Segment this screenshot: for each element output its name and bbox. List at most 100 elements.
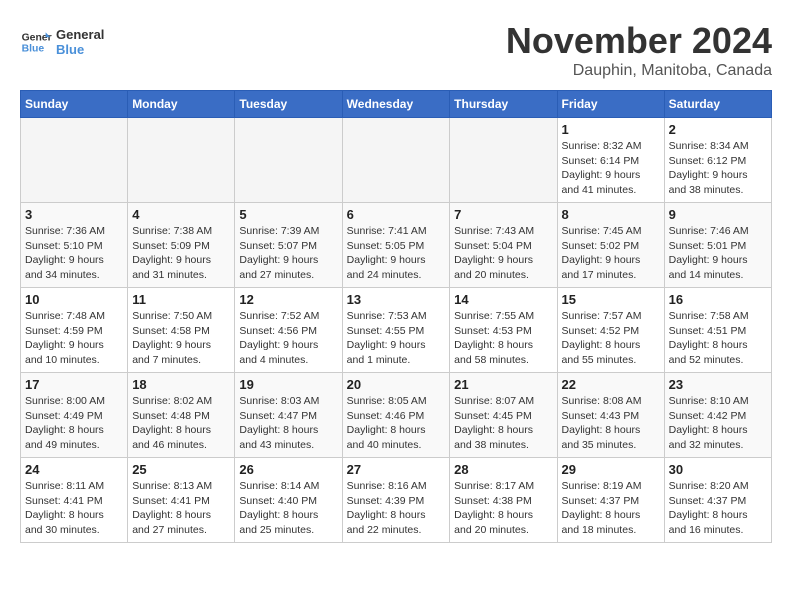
calendar-table: SundayMondayTuesdayWednesdayThursdayFrid… [20, 90, 772, 543]
weekday-header-thursday: Thursday [450, 91, 557, 118]
calendar-body: 1 Sunrise: 8:32 AM Sunset: 6:14 PM Daylig… [21, 118, 772, 543]
calendar-cell: 10Sunrise: 7:48 AM Sunset: 4:59 PM Dayli… [21, 288, 128, 373]
calendar-cell: 25 Sunrise: 8:13 AM Sunset: 4:41 PM Dayli… [128, 458, 235, 543]
svg-text:General: General [22, 32, 52, 43]
calendar-cell: 2Sunrise: 8:34 AM Sunset: 6:12 PM Daylig… [664, 118, 771, 203]
calendar-cell: 29 Sunrise: 8:19 AM Sunset: 4:37 PM Dayli… [557, 458, 664, 543]
calendar-week-2: 3 Sunrise: 7:36 AM Sunset: 5:10 PM Daylig… [21, 203, 772, 288]
day-number: 1 [562, 122, 660, 137]
day-number: 4 [132, 207, 230, 222]
day-info: Sunrise: 8:05 AM Sunset: 4:46 PM Dayligh… [347, 394, 446, 453]
calendar-cell: 11 Sunrise: 7:50 AM Sunset: 4:58 PM Dayli… [128, 288, 235, 373]
calendar-cell [128, 118, 235, 203]
day-number: 5 [239, 207, 337, 222]
calendar-cell: 5Sunrise: 7:39 AM Sunset: 5:07 PM Daylig… [235, 203, 342, 288]
calendar-cell: 23Sunrise: 8:10 AM Sunset: 4:42 PM Dayli… [664, 373, 771, 458]
day-info: Sunrise: 7:43 AM Sunset: 5:04 PM Dayligh… [454, 224, 552, 283]
calendar-cell: 28Sunrise: 8:17 AM Sunset: 4:38 PM Dayli… [450, 458, 557, 543]
svg-text:Blue: Blue [22, 44, 45, 55]
day-info: Sunrise: 7:52 AM Sunset: 4:56 PM Dayligh… [239, 309, 337, 368]
weekday-header-saturday: Saturday [664, 91, 771, 118]
calendar-cell: 27 Sunrise: 8:16 AM Sunset: 4:39 PM Dayli… [342, 458, 450, 543]
calendar-week-4: 17 Sunrise: 8:00 AM Sunset: 4:49 PM Dayli… [21, 373, 772, 458]
day-number: 21 [454, 377, 552, 392]
day-number: 15 [562, 292, 660, 307]
day-number: 27 [347, 462, 446, 477]
day-info: Sunrise: 8:16 AM Sunset: 4:39 PM Dayligh… [347, 479, 446, 538]
day-number: 11 [132, 292, 230, 307]
calendar-cell: 13 Sunrise: 7:53 AM Sunset: 4:55 PM Dayli… [342, 288, 450, 373]
calendar-cell: 18 Sunrise: 8:02 AM Sunset: 4:48 PM Dayli… [128, 373, 235, 458]
day-number: 26 [239, 462, 337, 477]
weekday-header-sunday: Sunday [21, 91, 128, 118]
day-info: Sunrise: 7:57 AM Sunset: 4:52 PM Dayligh… [562, 309, 660, 368]
calendar-cell: 30 Sunrise: 8:20 AM Sunset: 4:37 PM Dayli… [664, 458, 771, 543]
calendar-cell: 6Sunrise: 7:41 AM Sunset: 5:05 PM Daylig… [342, 203, 450, 288]
day-number: 19 [239, 377, 337, 392]
day-info: Sunrise: 7:36 AM Sunset: 5:10 PM Dayligh… [25, 224, 123, 283]
calendar-cell: 20Sunrise: 8:05 AM Sunset: 4:46 PM Dayli… [342, 373, 450, 458]
logo-text-blue: Blue [56, 42, 104, 57]
calendar-cell: 7 Sunrise: 7:43 AM Sunset: 5:04 PM Daylig… [450, 203, 557, 288]
calendar-cell: 4 Sunrise: 7:38 AM Sunset: 5:09 PM Daylig… [128, 203, 235, 288]
calendar-cell: 22Sunrise: 8:08 AM Sunset: 4:43 PM Dayli… [557, 373, 664, 458]
day-info: Sunrise: 8:07 AM Sunset: 4:45 PM Dayligh… [454, 394, 552, 453]
day-info: Sunrise: 7:45 AM Sunset: 5:02 PM Dayligh… [562, 224, 660, 283]
calendar-cell: 24 Sunrise: 8:11 AM Sunset: 4:41 PM Dayli… [21, 458, 128, 543]
calendar-cell: 1 Sunrise: 8:32 AM Sunset: 6:14 PM Daylig… [557, 118, 664, 203]
day-info: Sunrise: 7:53 AM Sunset: 4:55 PM Dayligh… [347, 309, 446, 368]
day-info: Sunrise: 7:46 AM Sunset: 5:01 PM Dayligh… [669, 224, 767, 283]
day-number: 16 [669, 292, 767, 307]
calendar-cell: 15 Sunrise: 7:57 AM Sunset: 4:52 PM Dayli… [557, 288, 664, 373]
calendar-week-3: 10Sunrise: 7:48 AM Sunset: 4:59 PM Dayli… [21, 288, 772, 373]
day-info: Sunrise: 8:00 AM Sunset: 4:49 PM Dayligh… [25, 394, 123, 453]
day-number: 14 [454, 292, 552, 307]
day-number: 13 [347, 292, 446, 307]
calendar-cell: 3 Sunrise: 7:36 AM Sunset: 5:10 PM Daylig… [21, 203, 128, 288]
logo-text-general: General [56, 27, 104, 42]
calendar-cell: 14 Sunrise: 7:55 AM Sunset: 4:53 PM Dayli… [450, 288, 557, 373]
page-header: General Blue General Blue November 2024 … [20, 20, 772, 80]
day-number: 30 [669, 462, 767, 477]
calendar-week-5: 24 Sunrise: 8:11 AM Sunset: 4:41 PM Dayli… [21, 458, 772, 543]
day-info: Sunrise: 8:14 AM Sunset: 4:40 PM Dayligh… [239, 479, 337, 538]
calendar-cell: 8 Sunrise: 7:45 AM Sunset: 5:02 PM Daylig… [557, 203, 664, 288]
calendar-cell [21, 118, 128, 203]
day-number: 3 [25, 207, 123, 222]
day-number: 9 [669, 207, 767, 222]
day-number: 7 [454, 207, 552, 222]
calendar-cell: 26 Sunrise: 8:14 AM Sunset: 4:40 PM Dayli… [235, 458, 342, 543]
day-number: 25 [132, 462, 230, 477]
day-number: 24 [25, 462, 123, 477]
calendar-cell: 19Sunrise: 8:03 AM Sunset: 4:47 PM Dayli… [235, 373, 342, 458]
day-info: Sunrise: 8:13 AM Sunset: 4:41 PM Dayligh… [132, 479, 230, 538]
day-number: 29 [562, 462, 660, 477]
day-info: Sunrise: 7:50 AM Sunset: 4:58 PM Dayligh… [132, 309, 230, 368]
calendar-cell: 9 Sunrise: 7:46 AM Sunset: 5:01 PM Daylig… [664, 203, 771, 288]
weekday-header-tuesday: Tuesday [235, 91, 342, 118]
day-info: Sunrise: 7:38 AM Sunset: 5:09 PM Dayligh… [132, 224, 230, 283]
day-info: Sunrise: 8:02 AM Sunset: 4:48 PM Dayligh… [132, 394, 230, 453]
day-number: 17 [25, 377, 123, 392]
title-area: November 2024 Dauphin, Manitoba, Canada [506, 20, 772, 80]
weekday-header-friday: Friday [557, 91, 664, 118]
day-info: Sunrise: 8:20 AM Sunset: 4:37 PM Dayligh… [669, 479, 767, 538]
day-number: 22 [562, 377, 660, 392]
day-info: Sunrise: 8:32 AM Sunset: 6:14 PM Dayligh… [562, 139, 660, 198]
day-info: Sunrise: 8:19 AM Sunset: 4:37 PM Dayligh… [562, 479, 660, 538]
day-number: 18 [132, 377, 230, 392]
calendar-cell: 16Sunrise: 7:58 AM Sunset: 4:51 PM Dayli… [664, 288, 771, 373]
calendar-cell [450, 118, 557, 203]
day-info: Sunrise: 7:55 AM Sunset: 4:53 PM Dayligh… [454, 309, 552, 368]
calendar-header-row: SundayMondayTuesdayWednesdayThursdayFrid… [21, 91, 772, 118]
day-number: 2 [669, 122, 767, 137]
day-info: Sunrise: 7:41 AM Sunset: 5:05 PM Dayligh… [347, 224, 446, 283]
day-number: 8 [562, 207, 660, 222]
logo-icon: General Blue [20, 26, 52, 58]
day-info: Sunrise: 8:11 AM Sunset: 4:41 PM Dayligh… [25, 479, 123, 538]
calendar-week-1: 1 Sunrise: 8:32 AM Sunset: 6:14 PM Daylig… [21, 118, 772, 203]
calendar-cell: 12Sunrise: 7:52 AM Sunset: 4:56 PM Dayli… [235, 288, 342, 373]
day-number: 23 [669, 377, 767, 392]
day-number: 28 [454, 462, 552, 477]
weekday-header-wednesday: Wednesday [342, 91, 450, 118]
